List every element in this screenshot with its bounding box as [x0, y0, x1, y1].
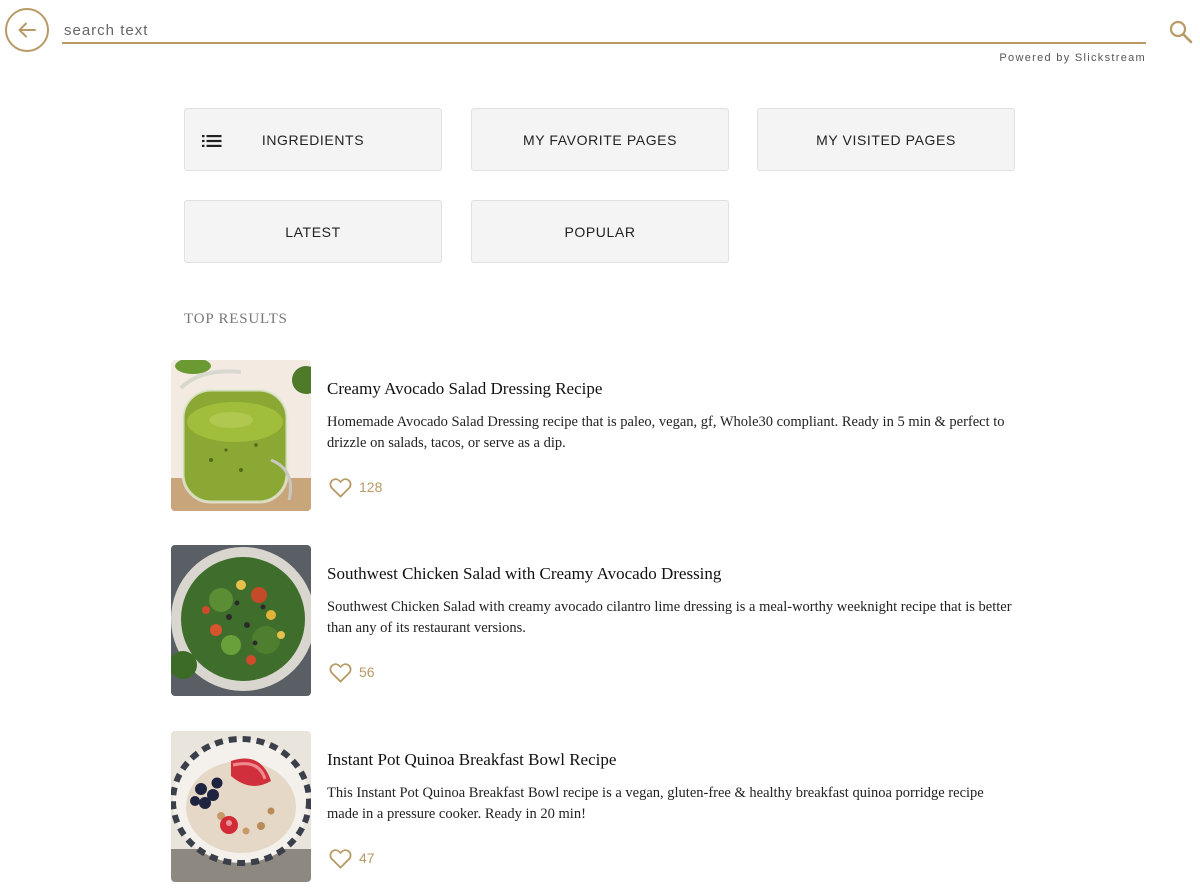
search-input[interactable] [62, 14, 1146, 44]
result-item: Instant Pot Quinoa Breakfast Bowl Recipe… [171, 731, 1031, 883]
result-thumbnail-southwest-salad[interactable] [171, 545, 311, 696]
result-item: Creamy Avocado Salad Dressing Recipe Hom… [171, 360, 1031, 512]
like-count: 47 [359, 850, 375, 866]
my-visited-pages-button[interactable]: MY VISITED PAGES [757, 108, 1015, 171]
like-count: 128 [359, 479, 383, 495]
result-thumbnail-quinoa-bowl[interactable] [171, 731, 311, 882]
heart-icon [329, 662, 352, 682]
result-title[interactable]: Instant Pot Quinoa Breakfast Bowl Recipe [327, 750, 616, 770]
result-item: Southwest Chicken Salad with Creamy Avoc… [171, 545, 1031, 697]
my-favorite-pages-button[interactable]: MY FAVORITE PAGES [471, 108, 729, 171]
result-description: Southwest Chicken Salad with creamy avoc… [327, 599, 1012, 636]
latest-button[interactable]: LATEST [184, 200, 442, 263]
my-visited-pages-label: MY VISITED PAGES [816, 131, 956, 148]
result-description: Homemade Avocado Salad Dressing recipe t… [327, 414, 1005, 451]
like-count: 56 [359, 664, 375, 680]
heart-icon [329, 477, 352, 497]
heart-icon [329, 848, 352, 868]
popular-button[interactable]: POPULAR [471, 200, 729, 263]
ingredients-button[interactable]: INGREDIENTS [184, 108, 442, 171]
my-favorite-pages-label: MY FAVORITE PAGES [522, 131, 678, 148]
latest-button-label: LATEST [285, 223, 341, 240]
result-title[interactable]: Southwest Chicken Salad with Creamy Avoc… [327, 564, 721, 584]
powered-by-label: Powered by Slickstream [999, 52, 1146, 64]
result-title[interactable]: Creamy Avocado Salad Dressing Recipe [327, 379, 602, 399]
like-button[interactable]: 47 [329, 847, 375, 869]
like-button[interactable]: 128 [329, 476, 382, 498]
search-icon[interactable] [1168, 19, 1194, 45]
back-button[interactable] [5, 8, 49, 52]
list-icon [202, 135, 222, 147]
popular-button-label: POPULAR [564, 223, 636, 240]
top-results-heading: TOP RESULTS [184, 311, 288, 327]
like-button[interactable]: 56 [329, 661, 375, 683]
result-thumbnail-avocado-dressing[interactable] [171, 360, 311, 511]
ingredients-button-label: INGREDIENTS [261, 131, 365, 148]
result-description: This Instant Pot Quinoa Breakfast Bowl r… [327, 785, 984, 822]
arrow-left-icon [18, 22, 36, 38]
